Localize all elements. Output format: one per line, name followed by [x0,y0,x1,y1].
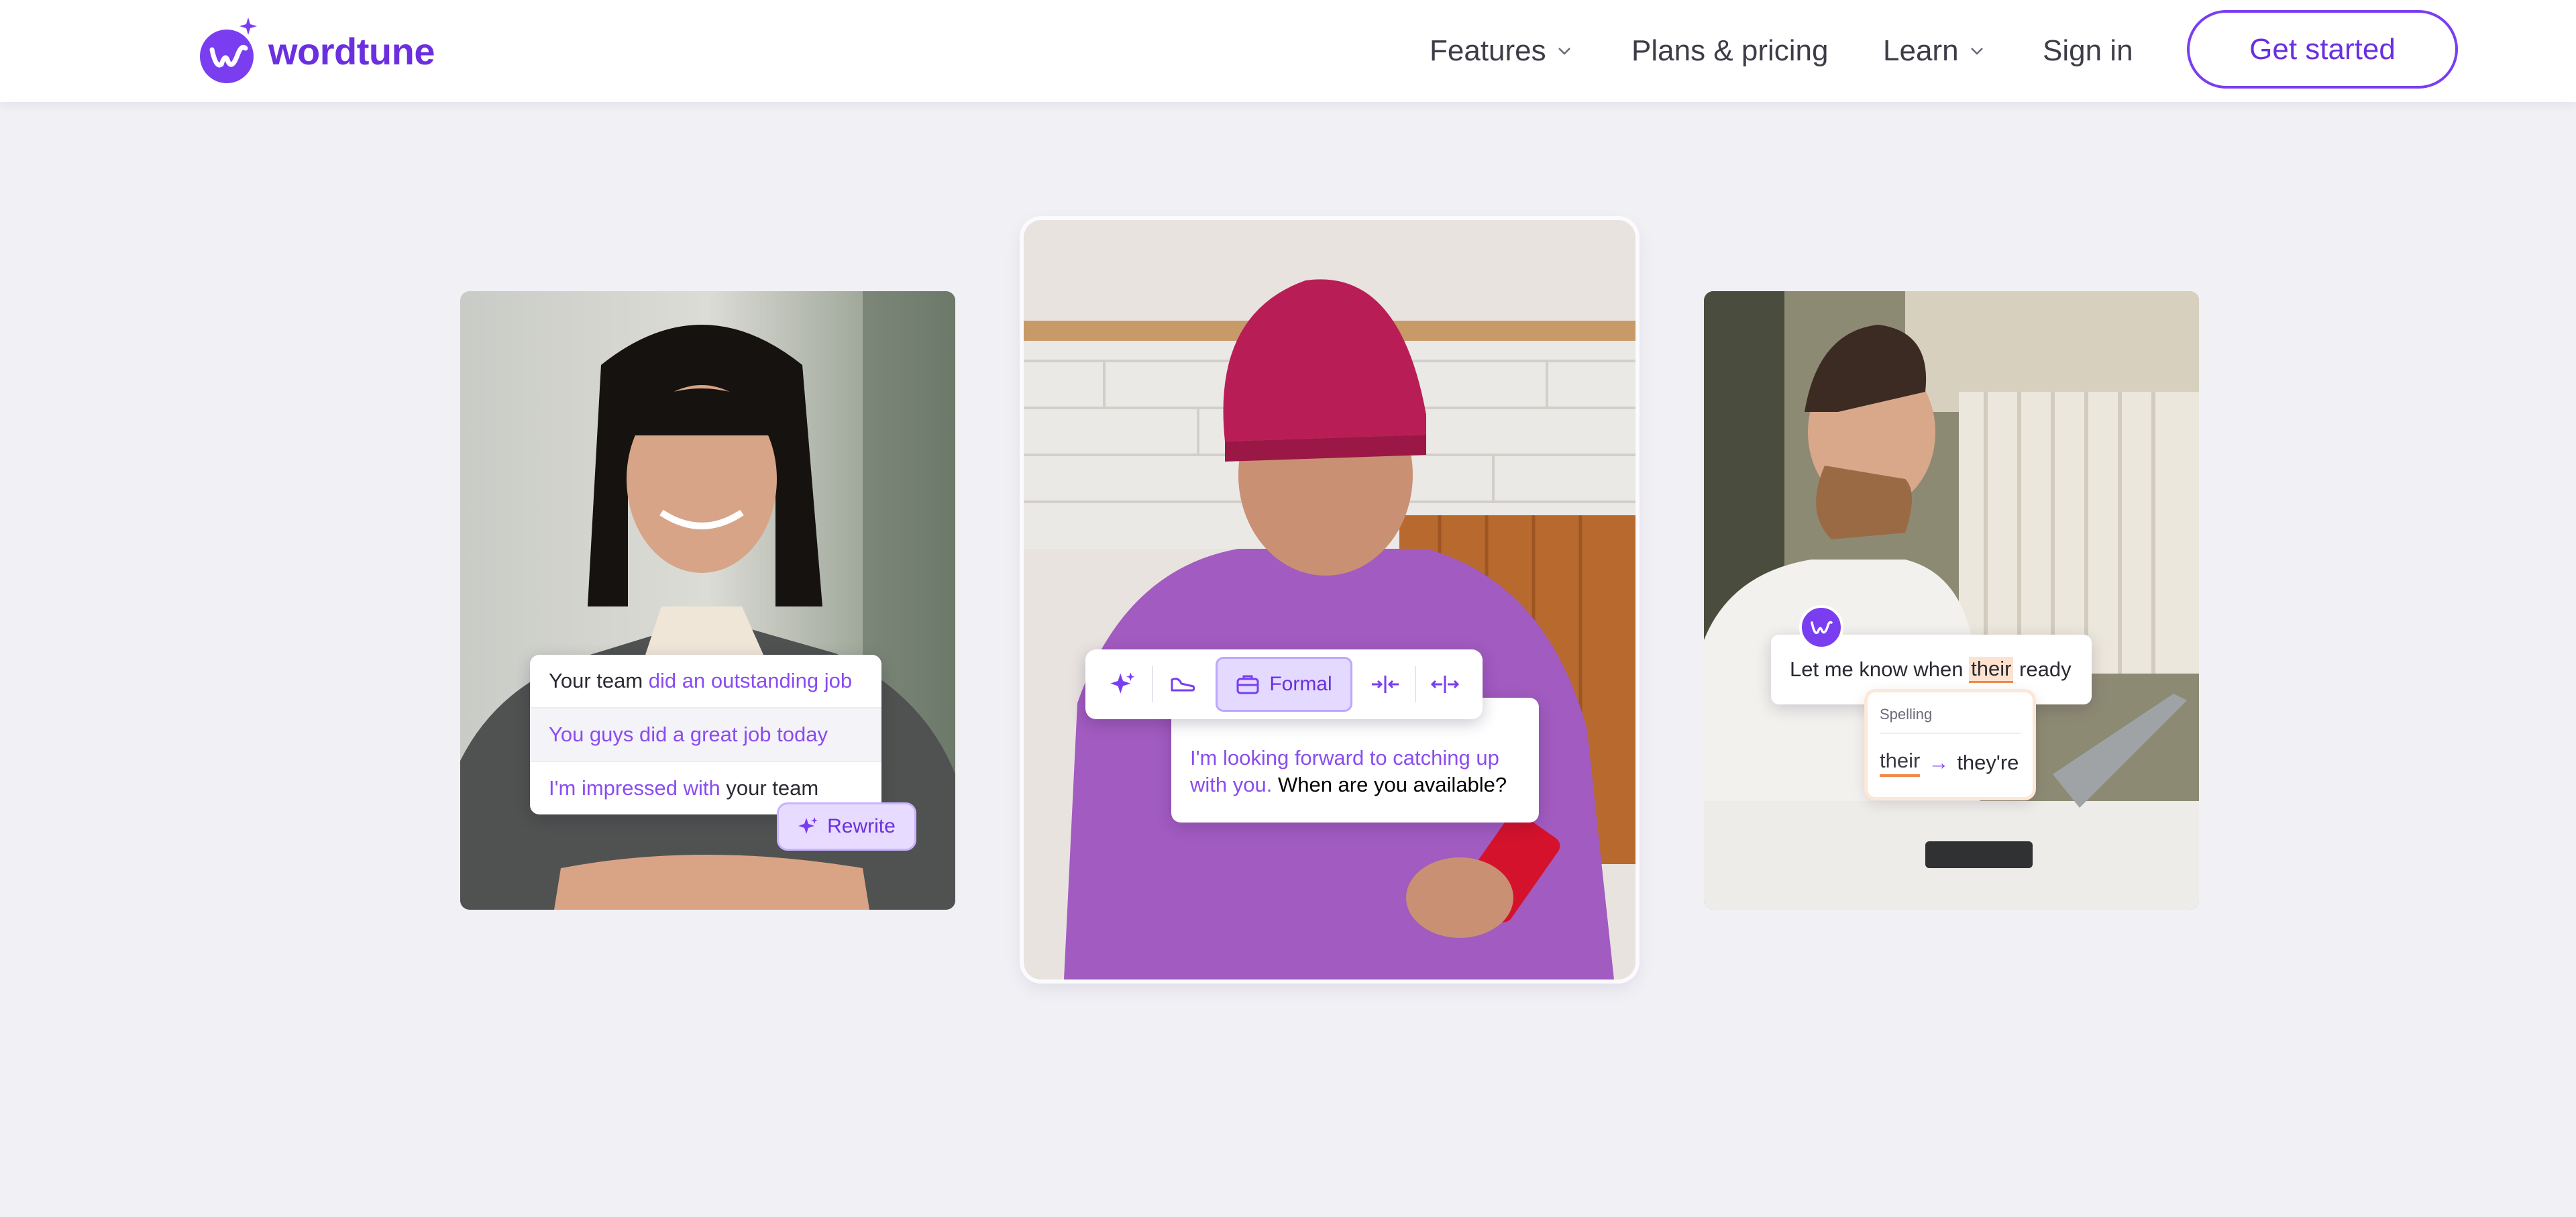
sparkle-icon [798,817,818,834]
suggestion-text: your team [720,776,819,800]
nav-features-label: Features [1430,34,1546,67]
sentence-start: Let me know when [1790,657,1970,681]
spelling-title: Spelling [1880,706,2021,734]
chevron-down-icon [1970,48,1983,55]
nav-features[interactable]: Features [1430,30,1572,72]
expand-tool-button[interactable] [1416,656,1474,712]
man-laptop-image [1704,291,2199,910]
woman-phone-image [1024,220,1635,980]
misspelled-word[interactable]: their [1969,656,2014,683]
rewrite-suggestions-panel: Your team did an outstanding job You guy… [530,655,881,814]
arrow-right-icon: → [1928,751,1949,774]
nav-sign-in[interactable]: Sign in [2043,30,2133,72]
suggestion-highlight: I'm impressed with [549,776,720,800]
wrong-word: their [1880,749,1921,777]
shorten-icon [1171,678,1195,692]
suggestion-highlight: did an outstanding job [648,669,853,692]
brand-logo[interactable]: wordtune [199,15,435,87]
wordtune-badge-icon[interactable] [1799,605,1843,649]
get-started-button[interactable]: Get started [2187,10,2458,89]
nav-learn-label: Learn [1883,34,1959,67]
spelling-suggestion-popup[interactable]: Spelling their → they're [1868,692,2033,797]
suggestion-row[interactable]: Your team did an outstanding job [530,655,881,707]
nav-plans-pricing[interactable]: Plans & pricing [1631,30,1828,72]
briefcase-icon [1236,675,1259,694]
sparkle-icon [1110,672,1135,694]
shorten-tool-button[interactable] [1356,656,1415,712]
formal-tone-button[interactable]: Formal [1216,657,1352,712]
rewrite-label: Rewrite [827,815,896,837]
rewrite-button[interactable]: Rewrite [777,802,916,851]
nav-learn[interactable]: Learn [1883,30,1984,72]
message-rest: When are you available? [1272,773,1507,796]
expand-icon [1431,676,1460,693]
contract-icon [1372,676,1399,693]
formal-label: Formal [1269,673,1332,695]
wordtune-logo-icon [200,17,257,83]
nav-signin-label: Sign in [2043,34,2133,67]
site-header: wordtune Features Plans & pricing Learn … [0,0,2576,102]
suggestion-text: Your team [549,669,649,692]
brand-name: wordtune [268,30,435,72]
card-tone-photo [1024,220,1635,980]
spelling-correction[interactable]: their → they're [1880,749,2021,777]
suggestion-highlight: You guys did a great job today [549,723,828,746]
tone-toolbar: Formal [1085,649,1483,719]
casual-tool-button[interactable] [1153,656,1212,712]
suggestion-row[interactable]: You guys did a great job today [530,707,881,761]
rewrite-tool-button[interactable] [1093,656,1152,712]
chevron-down-icon [1558,48,1570,55]
sentence-end: ready [2013,657,2072,681]
corrected-word: they're [1957,751,2019,774]
card-spelling-photo [1704,291,2199,910]
nav-plans-label: Plans & pricing [1631,34,1829,67]
